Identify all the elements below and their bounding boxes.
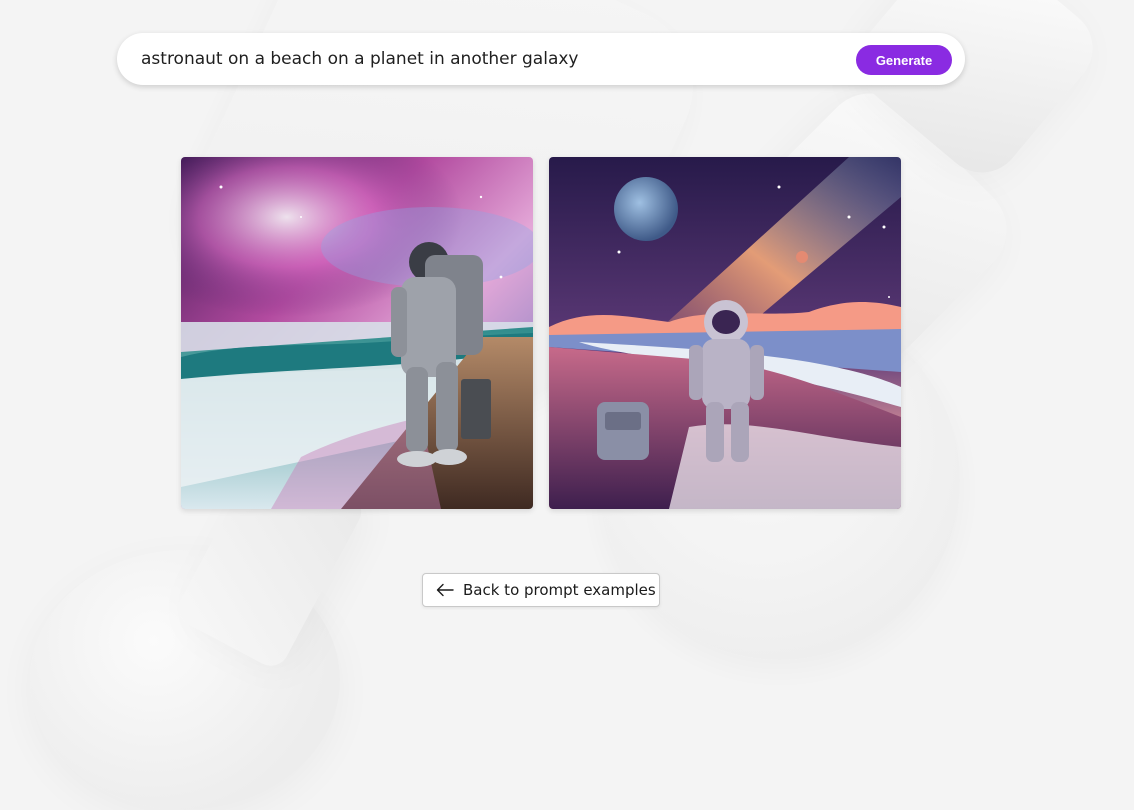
generated-image-icon [181,157,533,509]
arrow-left-icon [435,582,455,598]
generated-image-2[interactable] [549,157,901,509]
back-to-prompt-examples-button[interactable]: Back to prompt examples [422,573,660,607]
prompt-bar: Generate [117,33,965,85]
generated-image-1[interactable] [181,157,533,509]
back-button-label: Back to prompt examples [463,581,656,599]
generate-button[interactable]: Generate [856,45,952,75]
generated-image-icon [549,157,901,509]
prompt-input[interactable] [141,33,841,85]
